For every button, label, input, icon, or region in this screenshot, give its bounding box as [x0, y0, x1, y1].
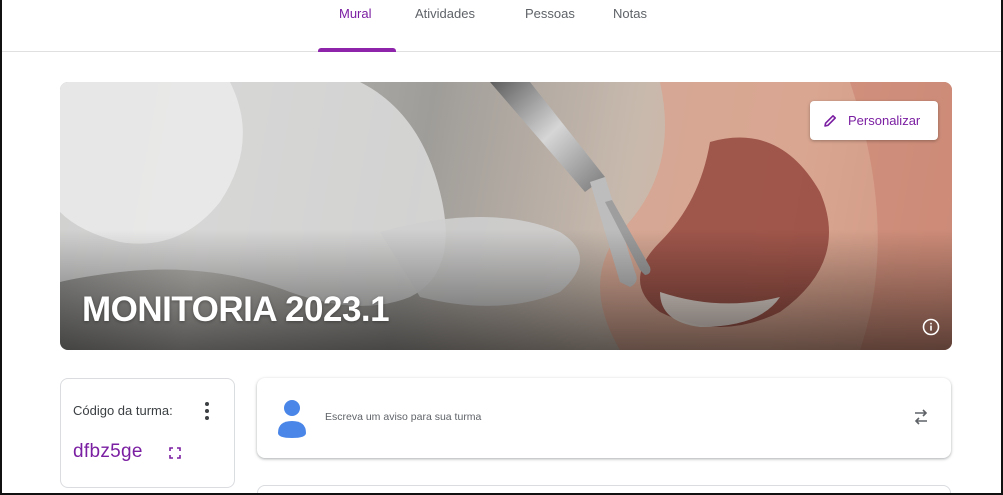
announcement-placeholder: Escreva um aviso para sua turma — [325, 411, 482, 423]
more-vert-icon[interactable] — [201, 400, 213, 422]
repost-icon[interactable] — [913, 407, 929, 427]
customize-button[interactable]: Personalizar — [810, 101, 938, 140]
fullscreen-icon[interactable] — [169, 447, 181, 459]
tab-pessoas[interactable]: Pessoas — [525, 6, 575, 21]
classroom-page: Mural Atividades Pessoas Notas MONITORIA… — [0, 0, 1003, 495]
customize-label: Personalizar — [848, 113, 921, 128]
tab-mural[interactable]: Mural — [339, 6, 372, 21]
info-icon[interactable] — [922, 318, 940, 336]
class-code-card: Código da turma: dfbz5ge — [60, 378, 235, 488]
class-title: MONITORIA 2023.1 — [82, 290, 390, 329]
tab-notas[interactable]: Notas — [613, 6, 647, 21]
class-banner: MONITORIA 2023.1 Personalizar — [60, 82, 952, 350]
top-tab-bar: Mural Atividades Pessoas Notas — [2, 0, 1001, 52]
tab-atividades[interactable]: Atividades — [415, 6, 475, 21]
class-code-label: Código da turma: — [73, 403, 173, 418]
avatar — [278, 400, 306, 438]
active-tab-indicator — [318, 48, 396, 52]
pencil-icon — [824, 114, 836, 127]
class-code-value: dfbz5ge — [73, 441, 143, 462]
announcement-composer[interactable]: Escreva um aviso para sua turma — [257, 378, 951, 458]
stream-post-card — [257, 485, 951, 493]
